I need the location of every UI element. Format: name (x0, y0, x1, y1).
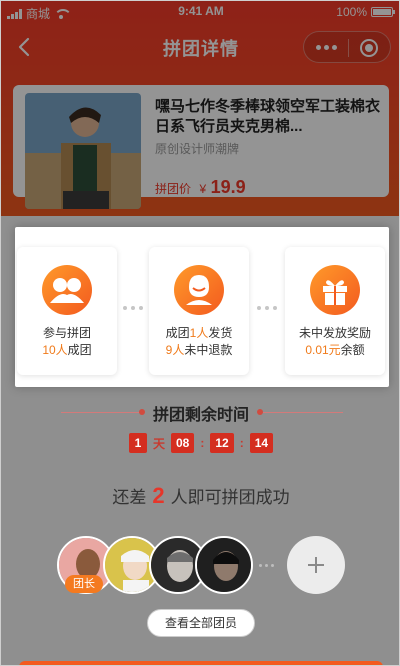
remaining-prefix: 还差 (112, 488, 147, 507)
countdown-day-unit: 天 (152, 436, 165, 451)
step-join-desc: 10人成团 (17, 341, 117, 359)
step-connector (257, 306, 277, 310)
step-ship-prefix: 成团 (165, 326, 190, 340)
step-reward-desc: 0.01元余额 (285, 341, 385, 359)
gift-icon (310, 265, 360, 315)
countdown-separator: : (200, 436, 205, 450)
step-ship-count: 1人 (189, 326, 209, 340)
step-join-count: 10人 (42, 343, 68, 357)
step-refund-rest: 未中退款 (184, 343, 233, 357)
countdown-minutes: 12 (210, 433, 234, 453)
step-connector (123, 306, 143, 310)
countdown-timer: 1 天 08 : 12 : 14 (1, 433, 399, 453)
step-join-rest: 成团 (67, 343, 92, 357)
remaining-count: 2 (152, 483, 165, 508)
countdown-separator: : (239, 436, 244, 450)
leader-badge: 团长 (65, 575, 103, 593)
step-reward: 未中发放奖励 0.01元余额 (285, 247, 385, 375)
group-rules-panel: 参与拼团 10人成团 成团1人发货 9人未中退款 未中发放奖励 0.01元余额 (15, 227, 389, 387)
member-avatar[interactable] (195, 536, 253, 594)
step-reward-amount: 0.01元 (305, 343, 341, 357)
countdown-seconds: 14 (249, 433, 274, 453)
friends-icon (42, 265, 92, 315)
view-all-members-button[interactable]: 查看全部团员 (147, 609, 255, 637)
screen: 商城 9:41 AM 100% 拼团详情 嘿马七作冬季棒球领空军工装棉衣日系飞行… (0, 0, 400, 666)
bottom-action-bar[interactable] (19, 661, 383, 665)
step-join-title: 参与拼团 (42, 326, 91, 340)
remaining-members-text: 还差 2 人即可拼团成功 (1, 483, 399, 509)
step-reward-title: 未中发放奖励 (298, 326, 371, 340)
person-icon (174, 265, 224, 315)
more-members-dots (259, 564, 274, 567)
step-ship-title: 成团1人发货 (149, 325, 249, 341)
step-join: 参与拼团 10人成团 (17, 247, 117, 375)
step-refund-count: 9人 (165, 343, 185, 357)
step-reward-rest: 余额 (340, 343, 365, 357)
countdown-line-right (263, 412, 343, 413)
countdown-days: 1 (128, 433, 147, 453)
step-ship-suffix: 发货 (208, 326, 233, 340)
remaining-suffix: 人即可拼团成功 (170, 488, 290, 507)
add-member-button[interactable] (287, 536, 345, 594)
countdown-hours: 08 (170, 433, 195, 453)
step-ship: 成团1人发货 9人未中退款 (149, 247, 249, 375)
countdown-title: 拼团剩余时间 (152, 407, 249, 424)
step-ship-desc: 9人未中退款 (149, 341, 249, 359)
